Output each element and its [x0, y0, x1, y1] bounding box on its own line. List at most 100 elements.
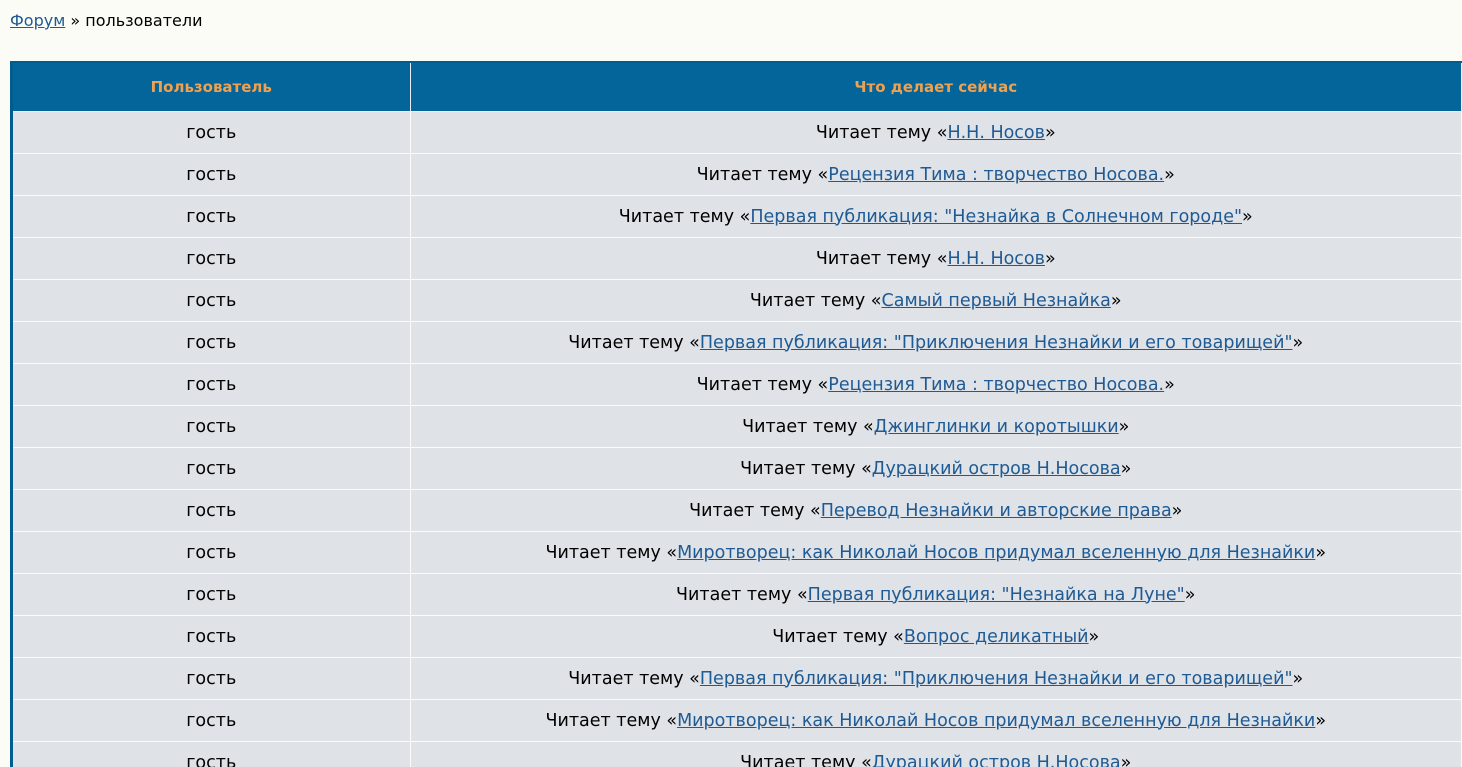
- activity-suffix: »: [1315, 710, 1327, 731]
- topic-link[interactable]: Рецензия Тима : творчество Носова.: [828, 375, 1164, 395]
- user-cell: гость: [13, 237, 411, 280]
- activity-cell: Читает тему «Дурацкий остров Н.Носова»: [410, 741, 1462, 767]
- activity-cell: Читает тему «Миротворец: как Николай Нос…: [410, 699, 1462, 742]
- table-row: гость Читает тему «Дурацкий остров Н.Носо…: [13, 741, 1462, 767]
- table-row: гость Читает тему «Перевод Незнайки и авт…: [13, 489, 1462, 532]
- activity-cell: Читает тему «Первая публикация: "Незнайк…: [410, 195, 1462, 238]
- user-cell: гость: [13, 405, 411, 448]
- activity-prefix: Читает тему «: [740, 752, 872, 767]
- activity-suffix: »: [1184, 584, 1196, 605]
- table-row: гость Читает тему «Рецензия Тима : творче…: [13, 153, 1462, 196]
- activity-prefix: Читает тему «: [815, 248, 948, 269]
- user-cell: гость: [13, 573, 411, 616]
- user-cell: гость: [13, 363, 411, 406]
- activity-prefix: Читает тему «: [618, 206, 751, 227]
- topic-link[interactable]: Первая публикация: "Приключения Незнайки…: [700, 669, 1293, 689]
- topic-link[interactable]: Самый первый Незнайка: [882, 291, 1111, 311]
- table-row: гость Читает тему «Первая публикация: "Не…: [13, 195, 1462, 238]
- activity-suffix: »: [1164, 164, 1175, 185]
- topic-link[interactable]: Н.Н. Носов: [947, 123, 1045, 143]
- activity-cell: Читает тему «Рецензия Тима : творчество …: [410, 363, 1462, 406]
- activity-cell: Читает тему «Джинглинки и коротышки»: [410, 405, 1462, 448]
- user-cell: гость: [13, 153, 411, 196]
- activity-prefix: Читает тему «: [696, 164, 829, 185]
- table-row: гость Читает тему «Первая публикация: "Не…: [13, 573, 1462, 616]
- table-body: гость Читает тему «Н.Н. Носов» гость Читает…: [13, 111, 1462, 767]
- table-row: гость Читает тему «Самый первый Незнайка»: [13, 279, 1462, 322]
- activity-prefix: Читает тему «: [772, 626, 904, 647]
- topic-link[interactable]: Первая публикация: "Незнайка в Солнечном…: [750, 207, 1242, 227]
- breadcrumb: Форум » пользователи: [10, 11, 202, 30]
- activity-suffix: »: [1044, 248, 1056, 269]
- topic-link[interactable]: Миротворец: как Николай Носов придумал в…: [677, 711, 1315, 731]
- activity-suffix: »: [1171, 500, 1183, 521]
- table-row: гость Читает тему «Н.Н. Носов»: [13, 111, 1462, 154]
- user-cell: гость: [13, 699, 411, 742]
- topic-link[interactable]: Дурацкий остров Н.Носова: [872, 753, 1121, 767]
- table-row: гость Читает тему «Дурацкий остров Н.Носо…: [13, 447, 1462, 490]
- table-row: гость Читает тему «Джинглинки и коротышки…: [13, 405, 1462, 448]
- topic-link[interactable]: Джинглинки и коротышки: [874, 417, 1119, 437]
- user-cell: гость: [13, 489, 411, 532]
- activity-prefix: Читает тему «: [545, 710, 678, 731]
- breadcrumb-separator: »: [70, 11, 81, 30]
- activity-prefix: Читает тему «: [742, 416, 874, 437]
- topic-link[interactable]: Перевод Незнайки и авторские права: [821, 501, 1172, 521]
- user-cell: гость: [13, 531, 411, 574]
- activity-suffix: »: [1118, 416, 1130, 437]
- activity-prefix: Читает тему «: [568, 668, 700, 689]
- breadcrumb-current: пользователи: [85, 11, 203, 30]
- table-row: гость Читает тему «Рецензия Тима : творче…: [13, 363, 1462, 406]
- user-cell: гость: [13, 195, 411, 238]
- activity-prefix: Читает тему «: [696, 374, 829, 395]
- activity-prefix: Читает тему «: [815, 122, 948, 143]
- activity-prefix: Читает тему «: [568, 332, 700, 353]
- topic-link[interactable]: Рецензия Тима : творчество Носова.: [828, 165, 1164, 185]
- activity-suffix: »: [1120, 458, 1132, 479]
- topic-link[interactable]: Миротворец: как Николай Носов придумал в…: [677, 543, 1315, 563]
- activity-cell: Читает тему «Вопрос деликатный»: [410, 615, 1462, 658]
- topic-link[interactable]: Первая публикация: "Приключения Незнайки…: [700, 333, 1293, 353]
- activity-cell: Читает тему «Миротворец: как Николай Нос…: [410, 531, 1462, 574]
- breadcrumb-forum-link[interactable]: Форум: [10, 11, 65, 30]
- user-cell: гость: [13, 111, 411, 154]
- user-cell: гость: [13, 741, 411, 767]
- table-row: гость Читает тему «Первая публикация: "Пр…: [13, 657, 1462, 700]
- activity-cell: Читает тему «Первая публикация: "Незнайк…: [410, 573, 1462, 616]
- activity-suffix: »: [1088, 626, 1100, 647]
- activity-cell: Читает тему «Дурацкий остров Н.Носова»: [410, 447, 1462, 490]
- column-header-user: Пользователь: [13, 63, 411, 112]
- activity-prefix: Читает тему «: [676, 584, 808, 605]
- activity-suffix: »: [1292, 332, 1304, 353]
- activity-suffix: »: [1242, 206, 1253, 227]
- activity-prefix: Читает тему «: [545, 542, 678, 563]
- topic-link[interactable]: Первая публикация: "Незнайка на Луне": [808, 585, 1185, 605]
- table-row: гость Читает тему «Вопрос деликатный»: [13, 615, 1462, 658]
- table-row: гость Читает тему «Первая публикация: "Пр…: [13, 321, 1462, 364]
- topic-link[interactable]: Дурацкий остров Н.Носова: [872, 459, 1121, 479]
- activity-prefix: Читает тему «: [689, 500, 821, 521]
- activity-cell: Читает тему «Первая публикация: "Приключ…: [410, 657, 1462, 700]
- activity-suffix: »: [1292, 668, 1304, 689]
- table-row: гость Читает тему «Миротворец: как Никола…: [13, 699, 1462, 742]
- activity-cell: Читает тему «Перевод Незнайки и авторски…: [410, 489, 1462, 532]
- table-row: гость Читает тему «Н.Н. Носов»: [13, 237, 1462, 280]
- activity-cell: Читает тему «Самый первый Незнайка»: [410, 279, 1462, 322]
- activity-cell: Читает тему «Н.Н. Носов»: [410, 237, 1462, 280]
- activity-cell: Читает тему «Рецензия Тима : творчество …: [410, 153, 1462, 196]
- activity-cell: Читает тему «Н.Н. Носов»: [410, 111, 1462, 154]
- activity-suffix: »: [1110, 290, 1122, 311]
- activity-suffix: »: [1315, 542, 1327, 563]
- column-header-activity: Что делает сейчас: [410, 63, 1462, 112]
- activity-suffix: »: [1164, 374, 1175, 395]
- table-header-row: Пользователь Что делает сейчас: [13, 63, 1462, 112]
- user-cell: гость: [13, 279, 411, 322]
- user-cell: гость: [13, 447, 411, 490]
- user-cell: гость: [13, 615, 411, 658]
- online-users-table: Пользователь Что делает сейчас гость Чита…: [13, 63, 1462, 767]
- user-cell: гость: [13, 657, 411, 700]
- activity-prefix: Читает тему «: [740, 458, 872, 479]
- table-row: гость Читает тему «Миротворец: как Никола…: [13, 531, 1462, 574]
- topic-link[interactable]: Н.Н. Носов: [947, 249, 1045, 269]
- topic-link[interactable]: Вопрос деликатный: [904, 627, 1089, 647]
